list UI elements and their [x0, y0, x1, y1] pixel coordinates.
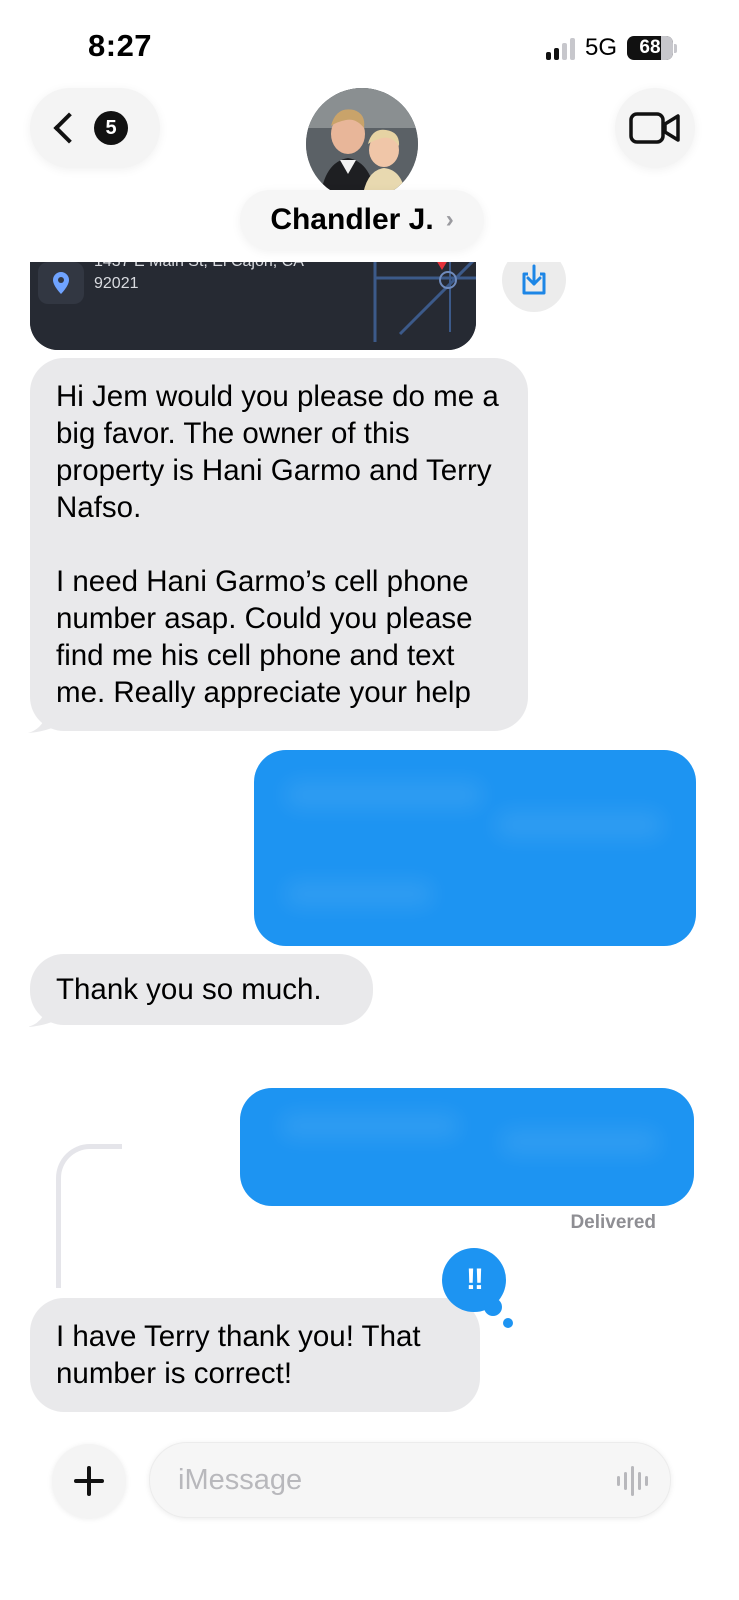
download-icon: [522, 264, 546, 295]
message-text: I have Terry thank you! That number is c…: [56, 1320, 421, 1390]
bubble-tail: [28, 715, 66, 733]
bubble-tail: [28, 1009, 66, 1027]
contact-name: Chandler J.: [270, 203, 434, 236]
add-attachment-button[interactable]: [52, 1444, 126, 1518]
location-street: 1437 E Main St, El Cajon, CA: [94, 262, 304, 272]
outgoing-message-redacted[interactable]: [240, 1088, 694, 1206]
message-thread[interactable]: 1437 E Main St, El Cajon, CA 92021 Hi Je…: [0, 262, 739, 1432]
save-location-button[interactable]: [502, 262, 566, 312]
battery-icon: 68: [627, 36, 677, 60]
message-text: Thank you so much.: [56, 973, 322, 1006]
location-address: 1437 E Main St, El Cajon, CA 92021: [94, 262, 304, 294]
location-zip: 92021: [94, 275, 139, 292]
message-text: Hi Jem would you please do me a big favo…: [56, 380, 499, 709]
video-camera-icon: [629, 112, 680, 144]
outgoing-message-redacted[interactable]: [254, 750, 696, 946]
chevron-right-icon: ›: [445, 206, 454, 233]
incoming-message[interactable]: Hi Jem would you please do me a big favo…: [28, 358, 528, 733]
message-input[interactable]: [178, 1457, 598, 1503]
battery-level: 68: [639, 37, 661, 58]
network-type: 5G: [584, 34, 617, 61]
avatar-photo: [306, 88, 418, 200]
unread-count-badge: 5: [94, 111, 128, 145]
reply-thread-line: [56, 1144, 122, 1288]
avatar[interactable]: [306, 88, 418, 200]
status-time: 8:27: [88, 28, 153, 63]
tapback-tail-dot: [484, 1298, 502, 1316]
chevron-left-icon: [53, 112, 85, 144]
incoming-message[interactable]: I have Terry thank you! That number is c…: [30, 1298, 480, 1412]
status-indicators: 5G 68: [545, 34, 677, 62]
location-pin-icon: [38, 262, 84, 304]
delivery-status: Delivered: [570, 1212, 656, 1233]
contact-name-button[interactable]: Chandler J. ›: [240, 190, 484, 250]
message-composer[interactable]: [149, 1442, 671, 1518]
audio-waveform-icon[interactable]: [617, 1465, 648, 1497]
tapback-tail-dot: [503, 1318, 513, 1328]
signal-icon: [545, 36, 575, 60]
facetime-video-button[interactable]: [615, 88, 695, 168]
incoming-message[interactable]: Thank you so much.: [28, 954, 373, 1027]
location-card[interactable]: 1437 E Main St, El Cajon, CA 92021: [30, 262, 476, 350]
back-button[interactable]: 5: [30, 88, 160, 168]
